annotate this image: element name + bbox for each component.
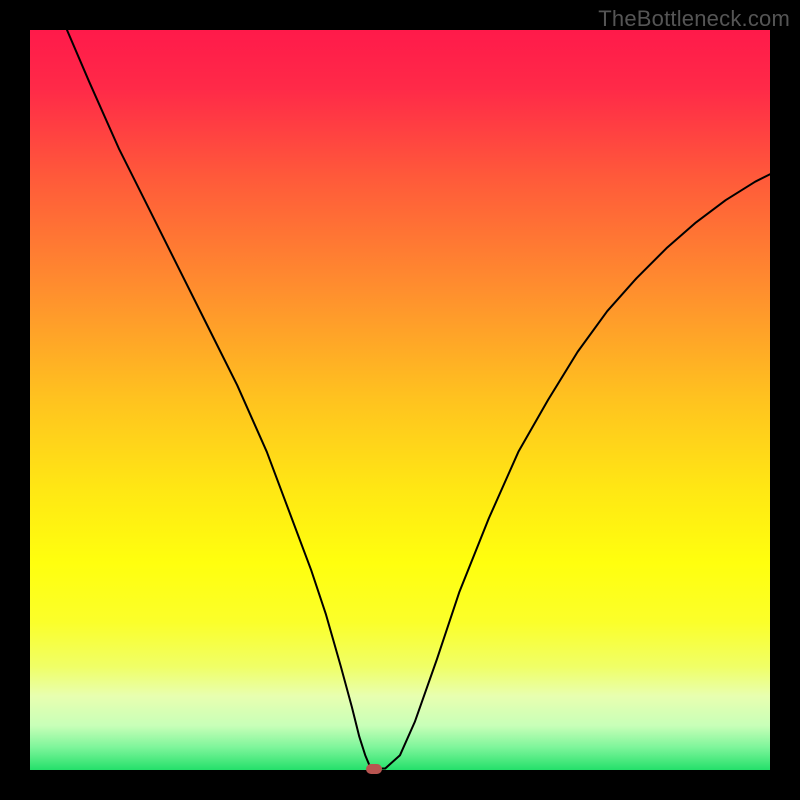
chart-frame: TheBottleneck.com [0, 0, 800, 800]
gradient-background [30, 30, 770, 770]
watermark-text: TheBottleneck.com [598, 6, 790, 32]
chart-svg [30, 30, 770, 770]
plot-area [30, 30, 770, 770]
minimum-marker [366, 764, 382, 774]
